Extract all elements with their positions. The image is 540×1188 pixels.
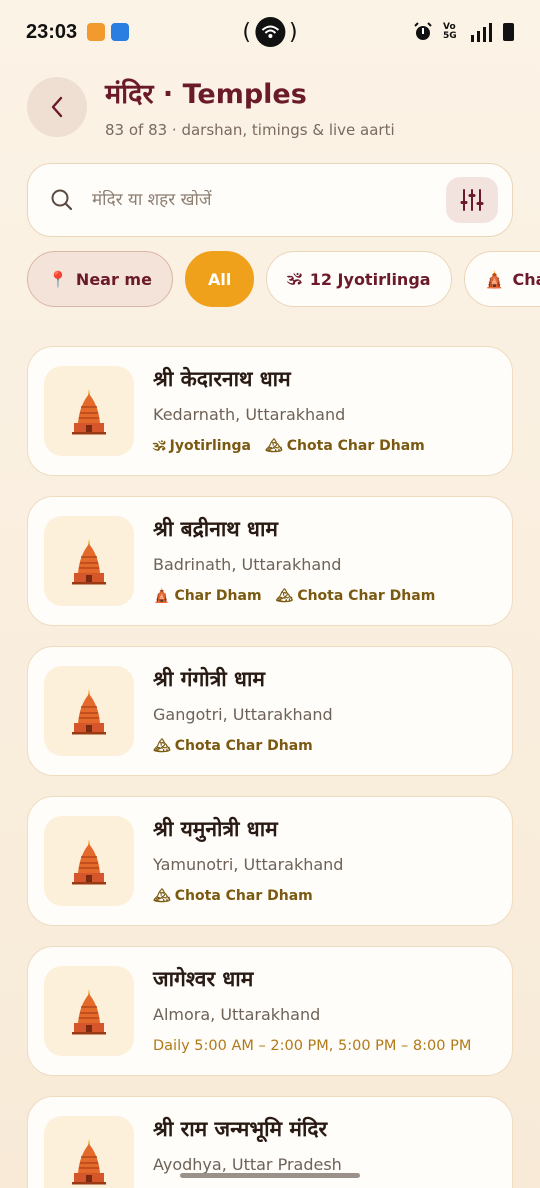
chip-jyotirlinga[interactable]: 🕉 12 Jyotirlinga	[266, 251, 452, 307]
chevron-left-icon	[51, 96, 63, 118]
chip-label: All	[207, 269, 232, 289]
temple-name: श्री यमुनोत्री धाम	[153, 817, 278, 841]
temple-thumbnail	[44, 366, 134, 456]
tag-chota-char-dham: 🏔 Chota Char Dham	[153, 888, 313, 904]
temple-location: Almora, Uttarakhand	[153, 1005, 321, 1024]
mountain-icon: 🏔	[265, 438, 283, 454]
filter-chips: 📍 Near me All 🕉 12 Jyotirlinga 🛕 Char	[27, 251, 540, 307]
system-status: Vo 5G	[413, 22, 514, 42]
status-bar: 23:03 ( ) Vo 5G	[0, 0, 540, 64]
chip-label: Near me	[75, 269, 152, 289]
app-notification-icon	[111, 23, 130, 41]
notification-icons	[87, 23, 130, 41]
temple-tags: 🛕 Char Dham 🏔 Chota Char Dham	[153, 588, 435, 604]
page-subtitle: 83 of 83 · darshan, timings & live aarti	[105, 121, 395, 139]
hotspot-indicator: ( )	[242, 17, 298, 47]
sliders-icon	[460, 189, 484, 211]
temple-icon	[72, 539, 106, 585]
temple-name: श्री बद्रीनाथ धाम	[153, 517, 278, 541]
temple-tags: 🕉 Jyotirlinga 🏔 Chota Char Dham	[153, 438, 425, 454]
temple-thumbnail	[44, 966, 134, 1056]
temple-thumbnail	[44, 1116, 134, 1188]
temple-icon: 🛕	[153, 588, 171, 604]
status-time: 23:03	[26, 20, 78, 43]
temple-icon	[72, 389, 106, 435]
back-button[interactable]	[27, 77, 87, 137]
search-input[interactable]	[92, 190, 446, 210]
filter-chips-scroll[interactable]: 📍 Near me All 🕉 12 Jyotirlinga 🛕 Char	[0, 240, 540, 320]
chip-label: 12 Jyotirlinga	[309, 269, 431, 289]
tag-char-dham: 🛕 Char Dham	[153, 588, 262, 604]
chip-all[interactable]: All	[184, 251, 255, 307]
temple-location: Badrinath, Uttarakhand	[153, 555, 342, 574]
search-icon	[51, 189, 73, 211]
temple-icon: 🛕	[484, 269, 505, 289]
temple-location: Yamunotri, Uttarakhand	[153, 855, 344, 874]
alarm-icon	[414, 22, 432, 40]
om-icon: 🕉	[287, 269, 302, 288]
search-bar	[27, 163, 513, 237]
temple-location: Kedarnath, Uttarakhand	[153, 405, 346, 424]
temple-icon	[72, 1139, 106, 1185]
temple-icon	[72, 689, 106, 735]
temple-name: श्री गंगोत्री धाम	[153, 667, 265, 691]
temple-thumbnail	[44, 816, 134, 906]
chip-label: Char	[512, 269, 540, 289]
temple-card[interactable]: श्री बद्रीनाथ धाम Badrinath, Uttarakhand…	[27, 496, 513, 626]
temple-thumbnail	[44, 516, 134, 606]
tag-chota-char-dham: 🏔 Chota Char Dham	[275, 588, 436, 604]
battery-icon	[503, 23, 514, 41]
chip-near-me[interactable]: 📍 Near me	[27, 251, 173, 307]
page-header: मंदिर · Temples 83 of 83 · darshan, timi…	[27, 76, 513, 146]
temple-icon	[72, 839, 106, 885]
tag-jyotirlinga: 🕉 Jyotirlinga	[153, 438, 251, 454]
temple-location: Ayodhya, Uttar Pradesh	[153, 1155, 342, 1174]
temple-name: जागेश्वर धाम	[153, 967, 254, 991]
temple-card[interactable]: श्री गंगोत्री धाम Gangotri, Uttarakhand …	[27, 646, 513, 776]
mountain-icon: 🏔	[275, 588, 294, 604]
temple-tags: 🏔 Chota Char Dham	[153, 888, 313, 904]
temple-card[interactable]: जागेश्वर धाम Almora, Uttarakhand Daily 5…	[27, 946, 513, 1076]
filter-button[interactable]	[446, 177, 498, 223]
app-notification-icon	[87, 23, 106, 41]
signal-icon	[471, 23, 492, 42]
hotspot-icon	[255, 17, 285, 47]
chip-char-dham[interactable]: 🛕 Char	[463, 251, 540, 307]
pin-icon: 📍	[48, 269, 68, 289]
mountain-icon: 🏔	[153, 738, 171, 754]
temple-name: श्री केदारनाथ धाम	[153, 367, 291, 391]
page-title: मंदिर · Temples	[105, 79, 307, 110]
temple-thumbnail	[44, 666, 134, 756]
temple-card[interactable]: श्री केदारनाथ धाम Kedarnath, Uttarakhand…	[27, 346, 513, 476]
tag-chota-char-dham: 🏔 Chota Char Dham	[153, 738, 313, 754]
temple-timing: Daily 5:00 AM – 2:00 PM, 5:00 PM – 8:00 …	[153, 1038, 472, 1054]
mountain-icon: 🏔	[153, 888, 171, 904]
om-icon: 🕉	[153, 438, 166, 454]
temple-card[interactable]: श्री यमुनोत्री धाम Yamunotri, Uttarakhan…	[27, 796, 513, 926]
temple-tags: 🏔 Chota Char Dham	[153, 738, 313, 754]
temple-list: श्री केदारनाथ धाम Kedarnath, Uttarakhand…	[27, 346, 513, 1188]
volte-label: Vo 5G	[443, 22, 457, 41]
temple-location: Gangotri, Uttarakhand	[153, 705, 333, 724]
temple-name: श्री राम जन्मभूमि मंदिर	[153, 1117, 328, 1141]
tag-chota-char-dham: 🏔 Chota Char Dham	[265, 438, 425, 454]
temple-icon	[72, 989, 106, 1035]
home-indicator[interactable]	[180, 1173, 360, 1178]
